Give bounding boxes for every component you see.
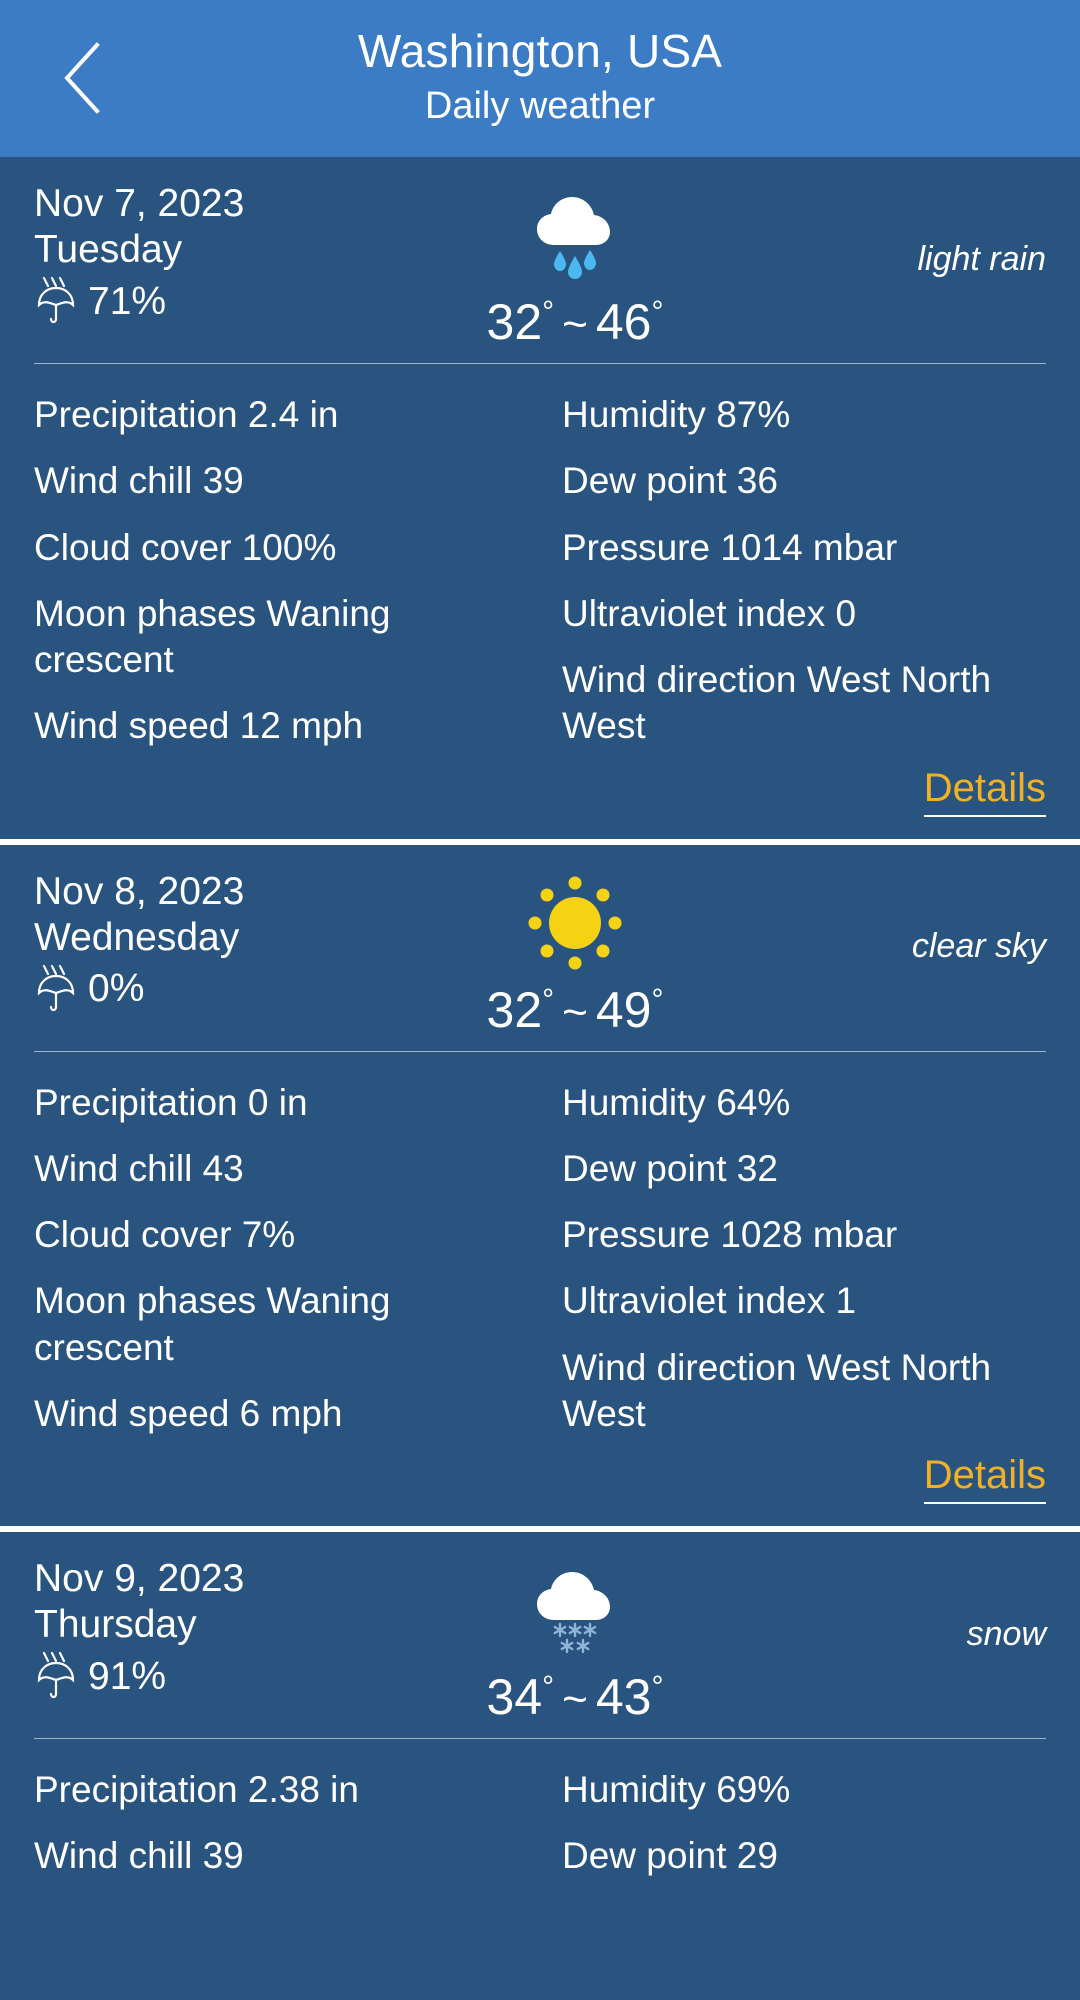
stat-item: Humidity 87% [562, 394, 791, 435]
page-subtitle: Daily weather [424, 85, 656, 128]
chevron-left-icon [59, 41, 103, 115]
degree-symbol: ° [542, 982, 555, 1016]
stat-item: Precipitation 2.38 in [34, 1769, 359, 1810]
umbrella-rain-icon [34, 1650, 86, 1702]
forecast-date-block: Nov 7, 2023 Tuesday 71% [34, 181, 334, 327]
forecast-date: Nov 7, 2023 [34, 182, 245, 225]
precip-chance-value: 91% [88, 1654, 167, 1698]
condition-text: snow [966, 1614, 1046, 1653]
stats-column-left: Precipitation 2.4 in Wind chill 39 Cloud… [34, 382, 540, 760]
forecast-card-header: Nov 7, 2023 Tuesday 71% 32° ~ 46° light … [0, 157, 1080, 347]
temp-low: 32 [486, 981, 543, 1038]
stat-item: Dew point 29 [562, 1835, 778, 1877]
temp-high: 49 [595, 981, 652, 1038]
stat-item: Humidity 64% [562, 1081, 791, 1123]
stat-item: Wind direction West North West [562, 659, 992, 747]
precip-chance-row: 71% [34, 275, 334, 327]
degree-symbol: ° [542, 295, 555, 329]
stats-column-right: Humidity 69% Dew point 29 [540, 1757, 1046, 1890]
degree-symbol: ° [542, 1670, 555, 1704]
forecast-date-block: Nov 8, 2023 Wednesday 0% [34, 869, 334, 1015]
details-row: Details [0, 1447, 1080, 1526]
forecast-weekday: Thursday [34, 1603, 197, 1647]
precip-chance-value: 0% [88, 967, 145, 1011]
stat-item: Pressure 1014 mbar [562, 526, 898, 568]
forecast-card-header: Nov 8, 2023 Wednesday 0% 32° ~ 49° clear… [0, 845, 1080, 1035]
stat-item: Wind speed 12 mph [34, 705, 364, 747]
forecast-stats: Precipitation 2.38 in Wind chill 39 Humi… [0, 1739, 1080, 1890]
precip-chance-row: 91% [34, 1650, 334, 1702]
precip-chance-value: 71% [88, 279, 167, 323]
forecast-stats: Precipitation 2.4 in Wind chill 39 Cloud… [0, 364, 1080, 760]
temp-range: 32° ~46° [487, 297, 664, 347]
stats-column-left: Precipitation 0 in Wind chill 43 Cloud c… [34, 1070, 540, 1448]
stat-item: Moon phases Waning crescent [34, 1280, 391, 1368]
app-header: Washington, USA Daily weather [0, 0, 1080, 157]
stat-item: Wind chill 43 [34, 1147, 244, 1189]
forecast-date: Nov 8, 2023 [34, 869, 245, 913]
stat-item: Cloud cover 7% [34, 1214, 296, 1255]
forecast-weekday: Tuesday [34, 228, 183, 272]
stat-item: Ultraviolet index 1 [562, 1280, 857, 1322]
stat-item: Dew point 32 [562, 1147, 778, 1189]
condition-text: light rain [917, 239, 1046, 278]
umbrella-rain-icon [34, 963, 86, 1015]
stat-item: Wind speed 6 mph [34, 1392, 343, 1434]
stat-item: Moon phases Waning crescent [34, 592, 391, 680]
temp-low: 32 [486, 294, 543, 350]
stat-item: Ultraviolet index 0 [562, 592, 857, 634]
daily-forecast-list: Nov 7, 2023 Tuesday 71% 32° ~ 46° light … [0, 157, 1080, 1890]
stat-item: Precipitation 0 in [34, 1081, 308, 1123]
stat-item: Dew point 36 [562, 460, 778, 502]
temp-high: 46 [595, 294, 652, 350]
stats-column-right: Humidity 87% Dew point 36 Pressure 1014 … [540, 382, 1046, 760]
forecast-center-block: 32° ~46° [334, 181, 816, 347]
forecast-card-header: Nov 9, 2023 Thursday 91% 34° ~ 43° snow [0, 1532, 1080, 1722]
degree-symbol: ° [651, 982, 664, 1016]
page-title: Washington, USA [357, 25, 723, 78]
snow-cloud-icon [520, 1558, 630, 1668]
details-link[interactable]: Details [923, 1453, 1046, 1504]
details-link[interactable]: Details [923, 766, 1046, 817]
stat-item: Humidity 69% [562, 1769, 791, 1810]
details-row: Details [0, 760, 1080, 839]
sun-icon [520, 871, 630, 981]
forecast-weekday: Wednesday [34, 915, 240, 959]
stat-item: Pressure 1028 mbar [562, 1214, 898, 1255]
range-separator: ~ [562, 987, 588, 1037]
range-separator: ~ [562, 1675, 588, 1724]
forecast-card[interactable]: Nov 9, 2023 Thursday 91% 34° ~ 43° snow … [0, 1532, 1080, 1890]
stat-item: Wind chill 39 [34, 1835, 244, 1877]
forecast-date: Nov 9, 2023 [34, 1557, 245, 1600]
stat-item: Cloud cover 100% [34, 526, 337, 568]
back-button[interactable] [46, 38, 116, 118]
rain-cloud-icon [520, 183, 630, 293]
temp-low: 34 [486, 1669, 543, 1725]
forecast-center-block: 32° ~49° [334, 869, 816, 1035]
condition-text: clear sky [911, 927, 1046, 966]
forecast-date-block: Nov 9, 2023 Thursday 91% [34, 1556, 334, 1702]
stat-item: Wind direction West North West [562, 1346, 992, 1434]
precip-chance-row: 0% [34, 963, 334, 1015]
stats-column-right: Humidity 64% Dew point 32 Pressure 1028 … [540, 1070, 1046, 1448]
forecast-card[interactable]: Nov 8, 2023 Wednesday 0% 32° ~ 49° clear… [0, 844, 1080, 1526]
stat-item: Wind chill 39 [34, 460, 244, 502]
stats-column-left: Precipitation 2.38 in Wind chill 39 [34, 1757, 540, 1890]
temp-range: 34° ~43° [487, 1672, 664, 1722]
temp-range: 32° ~49° [486, 981, 664, 1038]
forecast-card[interactable]: Nov 7, 2023 Tuesday 71% 32° ~ 46° light … [0, 157, 1080, 839]
forecast-center-block: 34° ~43° [334, 1556, 816, 1722]
degree-symbol: ° [651, 295, 664, 329]
range-separator: ~ [562, 300, 588, 349]
temp-high: 43 [595, 1669, 652, 1725]
stat-item: Precipitation 2.4 in [34, 394, 339, 435]
forecast-stats: Precipitation 0 in Wind chill 43 Cloud c… [0, 1052, 1080, 1448]
umbrella-rain-icon [34, 275, 86, 327]
degree-symbol: ° [651, 1670, 664, 1704]
